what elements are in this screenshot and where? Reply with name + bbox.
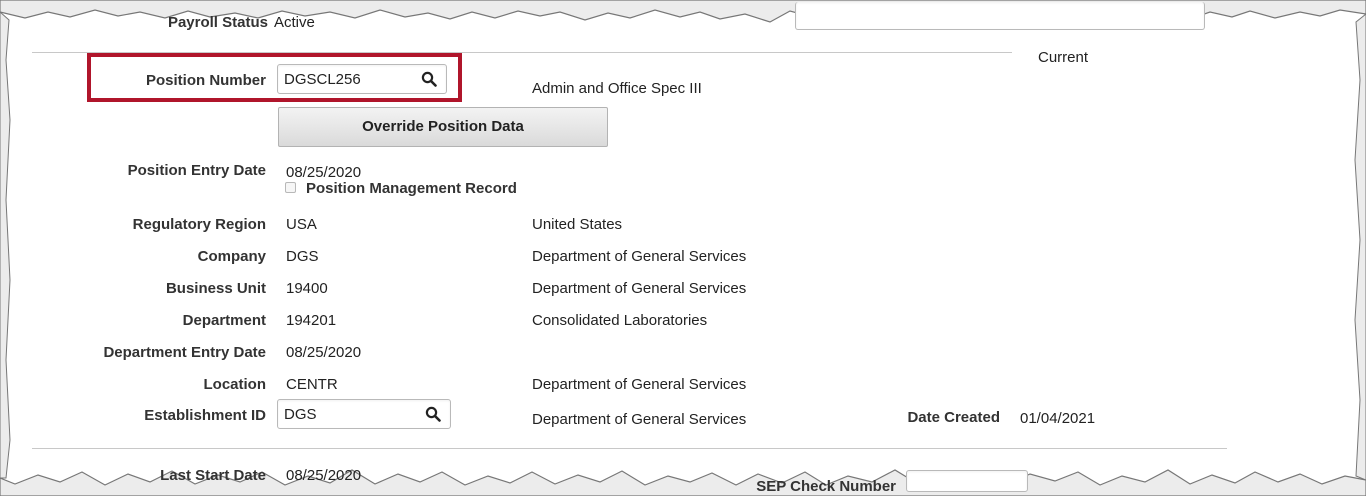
position-number-label: Position Number [145,72,266,89]
sep-check-number-input[interactable] [906,470,1028,492]
establishment-id-input[interactable]: DGS [277,399,451,429]
establishment-description: Department of General Services [532,411,747,428]
field-label-business-unit: Business Unit [165,280,266,297]
effective-status-current: Current [1038,49,1089,66]
establishment-id-label: Establishment ID [144,407,266,424]
date-created-label: Date Created [907,409,1000,426]
position-number-value: DGSCL256 [284,71,361,88]
field-desc-business-unit: Department of General Services [532,280,747,297]
field-label-department-entry-date: Department Entry Date [103,344,266,361]
position-entry-date-value: 08/25/2020 [286,164,362,181]
top-partial-field[interactable] [795,2,1205,30]
field-value-location: CENTR [286,376,338,393]
field-label-location: Location [203,376,267,393]
position-management-record-checkbox[interactable] [285,182,296,193]
field-value-company: DGS [286,248,319,265]
section-divider-bottom [32,448,1227,449]
field-label-regulatory-region: Regulatory Region [132,216,266,233]
override-position-data-button[interactable]: Override Position Data [278,107,608,147]
position-entry-date-label: Position Entry Date [127,162,266,179]
date-created-value: 01/04/2021 [1020,410,1096,427]
position-management-record-label: Position Management Record [306,180,517,197]
last-start-date-label: Last Start Date [160,467,266,484]
establishment-id-value: DGS [284,406,317,423]
field-desc-regulatory-region: United States [532,216,623,233]
payroll-status-label: Payroll Status [167,14,268,31]
field-value-department-entry-date: 08/25/2020 [286,344,362,361]
field-value-department: 194201 [286,312,337,329]
magnifier-icon[interactable] [421,71,437,87]
sep-check-number-label: SEP Check Number [756,478,896,495]
field-desc-location: Department of General Services [532,376,747,393]
position-number-input[interactable]: DGSCL256 [277,64,447,94]
last-start-date-value: 08/25/2020 [286,467,362,484]
field-value-regulatory-region: USA [286,216,317,233]
field-value-business-unit: 19400 [286,280,328,297]
payroll-status-value: Active [274,14,315,31]
position-description: Admin and Office Spec III [532,80,702,97]
field-desc-department: Consolidated Laboratories [532,312,708,329]
field-label-department: Department [182,312,266,329]
field-desc-company: Department of General Services [532,248,747,265]
magnifier-icon[interactable] [425,406,441,422]
field-label-company: Company [197,248,266,265]
